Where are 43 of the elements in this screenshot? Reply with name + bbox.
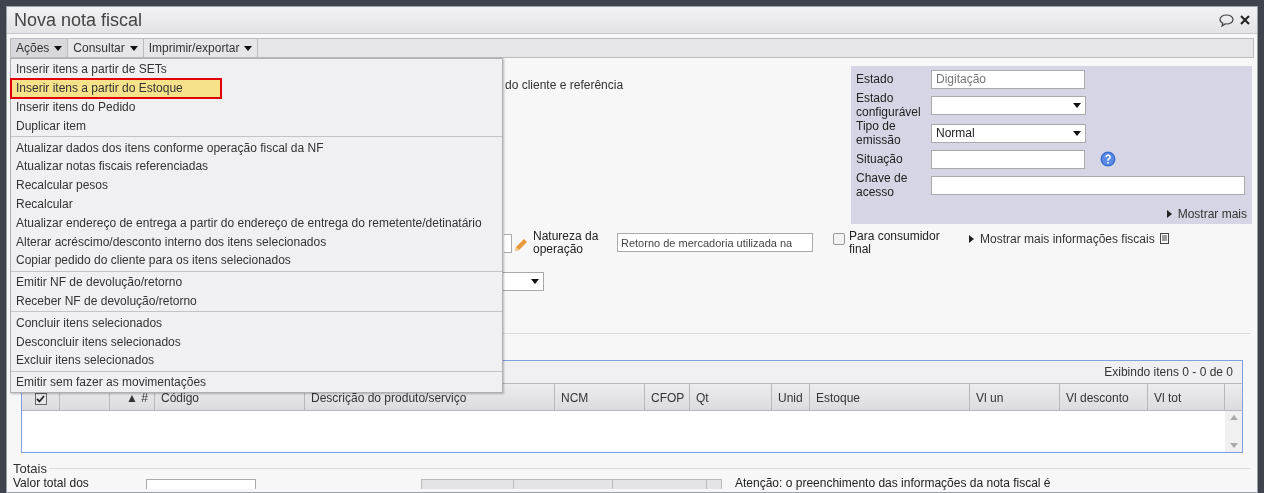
menu-item[interactable]: Atualizar dados dos itens conforme operação fiscal da NF: [11, 138, 502, 157]
menu-item[interactable]: Inserir itens do Pedido: [11, 97, 502, 117]
menu-item[interactable]: Emitir NF de devolução/retorno: [11, 272, 502, 292]
menu-button[interactable]: Ações: [11, 39, 69, 57]
menu-item[interactable]: Copiar pedido do cliente para os itens selecionados: [11, 250, 502, 270]
column-header[interactable]: Vl desconto: [1060, 384, 1148, 410]
field-label: Estado configurável: [856, 91, 922, 119]
column-header[interactable]: Qt: [690, 384, 772, 410]
show-more-link[interactable]: Mostrar mais informações fiscais: [969, 230, 1155, 248]
field-label: Chave de acesso: [856, 171, 909, 199]
menu-item[interactable]: Emitir sem fazer as movimentações: [11, 372, 502, 392]
column-header[interactable]: CFOP: [645, 384, 690, 410]
menu-item[interactable]: Inserir itens a partir do Estoque: [11, 78, 221, 98]
column-header[interactable]: Estoque: [810, 384, 970, 410]
menu-item[interactable]: Excluir itens selecionados: [11, 350, 502, 370]
select-field[interactable]: Normal: [931, 123, 1086, 143]
text-field[interactable]: Retorno de mercadoria utilizada na: [617, 233, 813, 252]
menu-item[interactable]: Alterar acréscimo/desconto interno dos itens selecionados: [11, 232, 502, 251]
field-label: Situação: [856, 152, 904, 166]
menu-item[interactable]: Concluir itens selecionados: [11, 313, 502, 333]
menu-item[interactable]: Duplicar item: [11, 116, 502, 136]
field-label: Valor total dos: [13, 476, 90, 490]
menu-item[interactable]: Desconcluir itens selecionados: [11, 332, 502, 351]
field-label: Estado: [856, 72, 895, 86]
column-header[interactable]: NCM: [555, 384, 645, 410]
menu-item[interactable]: Inserir itens a partir de SETs: [11, 60, 502, 79]
window-title: Nova nota fiscal: [14, 8, 143, 32]
notice-text: Atenção: o preenchimento das informações da nota fiscal é: [735, 476, 1051, 490]
pagination-text: Exibindo itens 0 - 0 de 0: [1104, 364, 1233, 381]
column-header[interactable]: Vl tot: [1148, 384, 1225, 410]
field-label: Natureza da operação: [533, 230, 600, 256]
menu-item[interactable]: Recalcular pesos: [11, 175, 502, 195]
show-more-link[interactable]: Mostrar mais: [1166, 205, 1247, 223]
menu-item[interactable]: Receber NF de devolução/retorno: [11, 291, 502, 311]
menu-item[interactable]: Atualizar endereço de entrega a partir do endereço de entrega do remetente/detinatário: [11, 213, 502, 233]
menu-item[interactable]: Atualizar notas fiscais referenciadas: [11, 157, 502, 176]
field-label: Tipo de emissão: [856, 119, 902, 147]
menu-item[interactable]: Recalcular: [11, 194, 502, 214]
column-header[interactable]: Unid: [772, 384, 810, 410]
checkbox-label: Para consumidor final: [849, 230, 941, 256]
column-header[interactable]: Vl un: [970, 384, 1060, 410]
section-title: Totais: [13, 461, 47, 476]
section-heading: do cliente e referência: [505, 78, 624, 92]
